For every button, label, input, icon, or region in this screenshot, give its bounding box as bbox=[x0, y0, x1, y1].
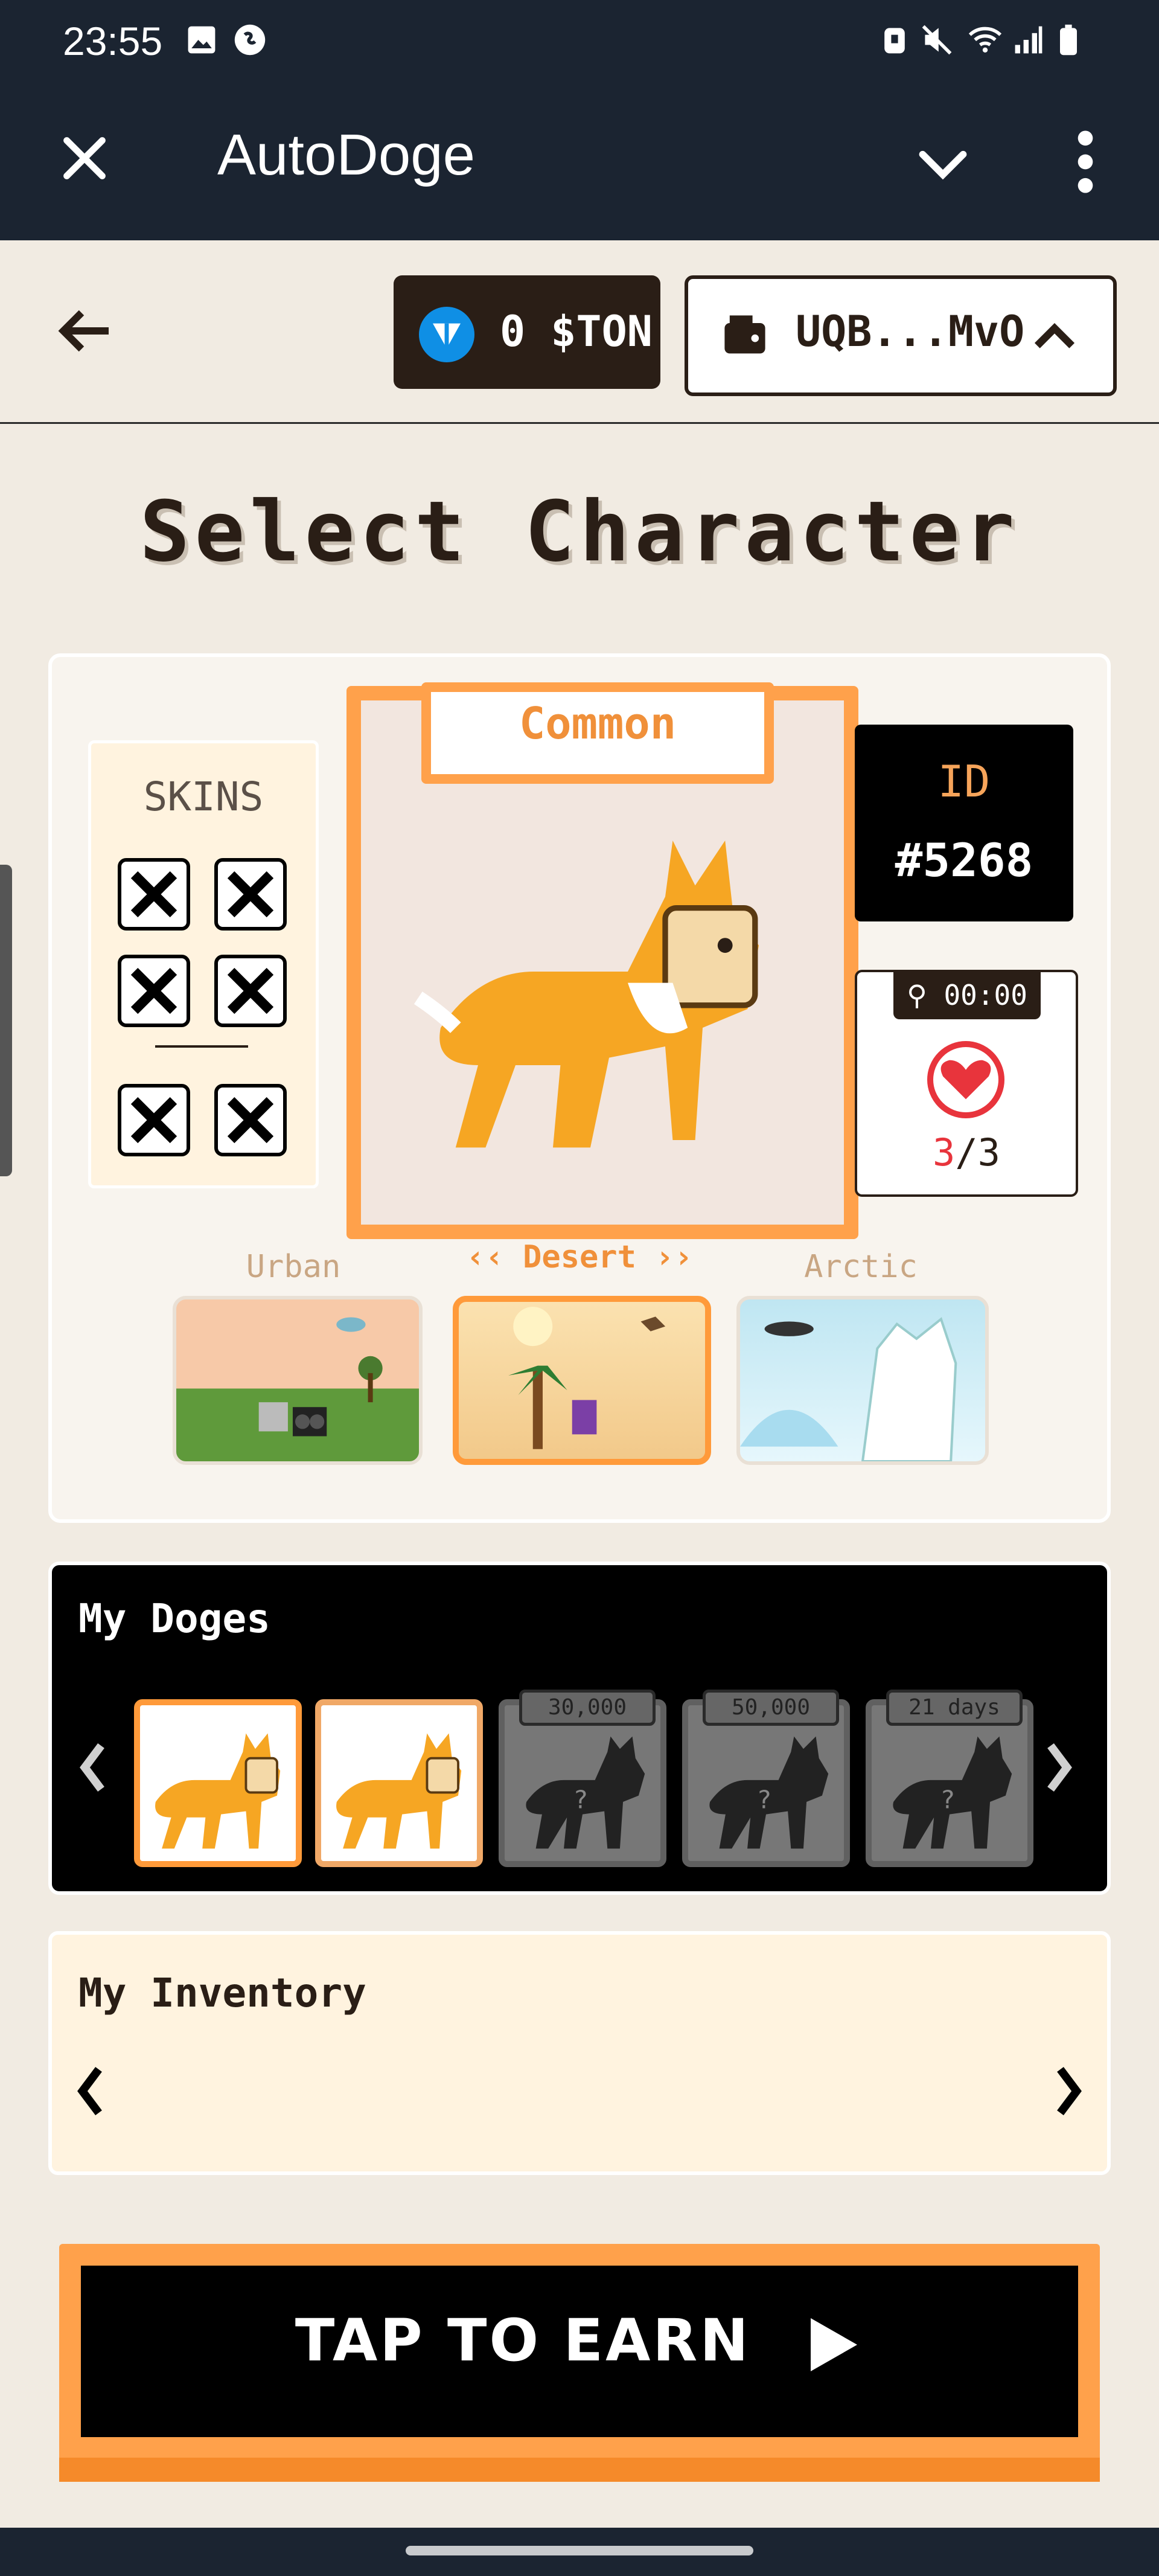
locked-doge-silhouette: ? bbox=[526, 1736, 645, 1849]
locked-doge-silhouette: ? bbox=[709, 1736, 829, 1849]
chevron-left-icon[interactable] bbox=[76, 1740, 110, 1795]
selected-prefix: ‹‹ bbox=[466, 1239, 504, 1275]
character-card: SKINS Common ID #5268 ⚲ 00:00 3/3 Urban … bbox=[48, 653, 1111, 1523]
lives-box: ⚲ 00:00 3/3 bbox=[855, 970, 1078, 1197]
character-id-box: ID #5268 bbox=[855, 725, 1073, 921]
close-icon[interactable] bbox=[59, 133, 110, 184]
world-card-arctic[interactable] bbox=[736, 1296, 989, 1465]
id-label: ID bbox=[937, 756, 991, 807]
alarm-icon bbox=[884, 28, 905, 54]
unlock-price-tag: 50,000 bbox=[703, 1690, 839, 1726]
wallet-button[interactable]: UQB...MvO bbox=[685, 275, 1117, 396]
doge-slot[interactable] bbox=[315, 1699, 483, 1867]
wifi-icon bbox=[968, 27, 1002, 53]
play-icon bbox=[811, 2318, 858, 2371]
arctic-scene-image bbox=[740, 1317, 957, 1461]
inventory-title: My Inventory bbox=[78, 1970, 366, 2016]
desert-scene-image bbox=[508, 1307, 666, 1449]
id-value: #5268 bbox=[895, 833, 1033, 887]
shazam-icon bbox=[234, 24, 266, 56]
tap-to-earn-button[interactable]: TAP TO EARN bbox=[59, 2244, 1100, 2482]
lives-current: 3 bbox=[933, 1130, 956, 1174]
locked-doge-slot[interactable]: 30,000 ? bbox=[499, 1690, 666, 1867]
lives-count: 3/3 bbox=[857, 1130, 1076, 1174]
skin-slot[interactable] bbox=[214, 955, 287, 1027]
skin-slot[interactable] bbox=[214, 858, 287, 931]
tap-label-text: TAP TO EARN bbox=[295, 2307, 751, 2374]
more-vert-icon[interactable] bbox=[1067, 128, 1103, 196]
image-notification-icon bbox=[188, 26, 216, 54]
wallet-header: 0 $TON UQB...MvO bbox=[0, 240, 1159, 424]
world-label-desert-text: Desert bbox=[523, 1239, 636, 1275]
doge-slot[interactable] bbox=[134, 1699, 302, 1867]
svg-text:?: ? bbox=[757, 1785, 772, 1814]
inventory-panel: My Inventory bbox=[48, 1931, 1111, 2175]
rarity-badge: Common bbox=[421, 682, 774, 784]
inventory-prev-icon[interactable] bbox=[74, 2064, 107, 2118]
skin-slot[interactable] bbox=[118, 1084, 190, 1156]
doge-thumbnail bbox=[155, 1733, 281, 1849]
chevron-right-icon[interactable] bbox=[1042, 1740, 1076, 1795]
chevron-down-icon[interactable] bbox=[914, 134, 972, 192]
page-title: Select Character bbox=[139, 483, 1020, 580]
svg-text:?: ? bbox=[573, 1785, 589, 1814]
edge-panel-handle[interactable] bbox=[0, 865, 12, 1176]
locked-doge-silhouette: ? bbox=[893, 1736, 1012, 1849]
ton-balance-button[interactable]: 0 $TON bbox=[394, 275, 660, 389]
unlock-time-tag: 21 days bbox=[886, 1690, 1023, 1726]
my-doges-title: My Doges bbox=[78, 1595, 270, 1642]
chevron-up-icon[interactable] bbox=[1030, 316, 1079, 355]
heart-icon bbox=[927, 1041, 1004, 1118]
my-doges-panel: My Doges 30,000 ? 50,000 ? 21 days ? bbox=[48, 1562, 1111, 1895]
back-arrow-icon[interactable] bbox=[52, 301, 117, 361]
signal-icon bbox=[1015, 26, 1042, 54]
world-card-urban[interactable] bbox=[173, 1296, 423, 1465]
selected-suffix: ›› bbox=[655, 1239, 693, 1275]
doge-character-image bbox=[413, 841, 759, 1148]
timer-icon: ⚲ bbox=[907, 979, 944, 1011]
home-gesture-pill[interactable] bbox=[406, 2546, 753, 2555]
wallet-address: UQB...MvO bbox=[796, 307, 1025, 356]
skins-divider bbox=[155, 1045, 248, 1048]
skin-slot[interactable] bbox=[118, 858, 190, 931]
timer-value: 00:00 bbox=[943, 979, 1027, 1011]
world-label-urban: Urban bbox=[246, 1249, 341, 1285]
skin-slot[interactable] bbox=[214, 1084, 287, 1156]
app-bar: AutoDoge bbox=[0, 85, 1159, 240]
status-time: 23:55 bbox=[63, 19, 163, 63]
skins-panel: SKINS bbox=[88, 740, 319, 1188]
ton-coin-icon bbox=[419, 307, 474, 362]
world-card-desert[interactable] bbox=[453, 1296, 711, 1465]
battery-icon bbox=[1060, 24, 1077, 56]
skin-slot[interactable] bbox=[118, 955, 190, 1027]
svg-text:?: ? bbox=[940, 1785, 956, 1814]
mute-icon bbox=[922, 25, 952, 55]
wallet-icon bbox=[724, 315, 765, 354]
app-title: AutoDoge bbox=[217, 123, 475, 187]
gesture-nav-bar bbox=[0, 2528, 1159, 2576]
life-timer: ⚲ 00:00 bbox=[893, 971, 1041, 1019]
doge-thumbnail bbox=[336, 1733, 462, 1849]
lives-max: /3 bbox=[955, 1130, 1000, 1174]
ton-balance-label: 0 $TON bbox=[500, 307, 653, 356]
world-label-arctic: Arctic bbox=[804, 1249, 918, 1285]
inventory-next-icon[interactable] bbox=[1052, 2064, 1085, 2118]
skins-title: SKINS bbox=[143, 774, 264, 820]
status-bar: 23:55 bbox=[0, 0, 1159, 85]
tap-button-shadow bbox=[59, 2458, 1100, 2482]
locked-doge-slot[interactable]: 50,000 ? bbox=[682, 1690, 850, 1867]
tap-button-label: TAP TO EARN bbox=[59, 2307, 1100, 2378]
world-label-desert: ‹‹ Desert ›› bbox=[453, 1239, 706, 1275]
unlock-price-tag: 30,000 bbox=[519, 1690, 656, 1726]
locked-doge-slot[interactable]: 21 days ? bbox=[866, 1690, 1033, 1867]
urban-scene-image bbox=[258, 1317, 383, 1437]
